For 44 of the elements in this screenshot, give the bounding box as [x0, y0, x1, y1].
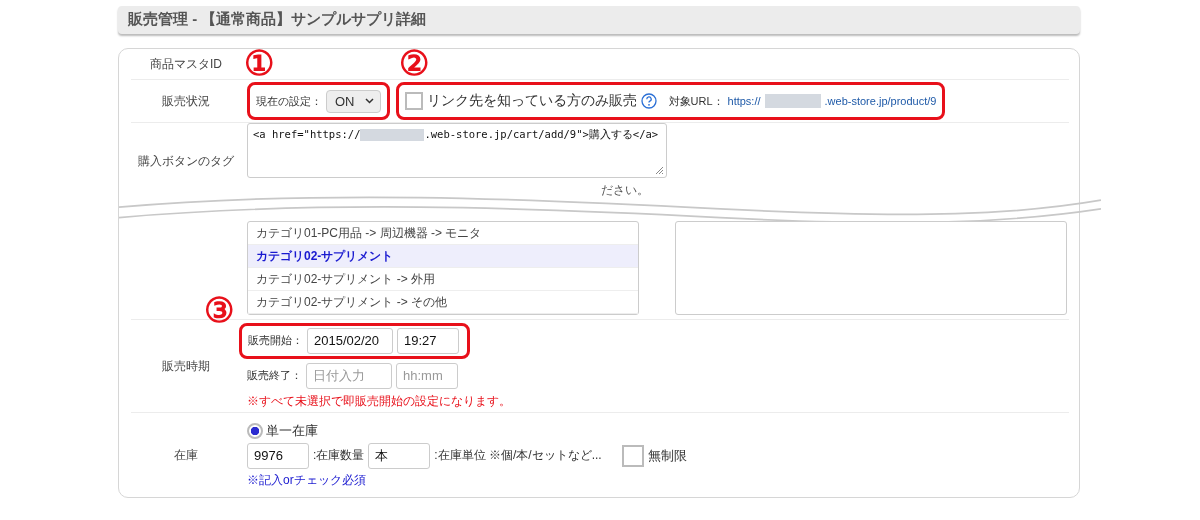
start-label: 販売開始：: [248, 333, 303, 348]
unit-field[interactable]: 本: [368, 442, 431, 469]
step-number: ③: [204, 289, 234, 330]
redacted-block: [360, 129, 425, 141]
help-icon[interactable]: [640, 93, 657, 109]
checkbox-label[interactable]: リンク先を知っている方のみ販売: [426, 92, 637, 110]
category-item[interactable]: カテゴリ02-サプリメント -> その他: [248, 291, 638, 314]
end-date-field[interactable]: 日付入力: [306, 362, 392, 389]
start-time-field[interactable]: 19:27: [397, 327, 459, 354]
note-text: ださい。: [601, 182, 649, 199]
url-link[interactable]: https://: [727, 95, 761, 107]
end-label: 販売終了：: [247, 368, 302, 383]
quantity-label: :在庫数量: [313, 447, 365, 464]
page-title: 販売管理 - 【通常商品】サンプルサプリ詳細: [118, 6, 1080, 34]
url-link[interactable]: .web-store.jp/product/9: [824, 95, 937, 107]
category-item[interactable]: カテゴリ02-サプリメント -> 外用: [248, 268, 638, 291]
step-number: ①: [244, 43, 274, 83]
field-label: 販売時期: [161, 357, 211, 375]
chevron-icon: [364, 98, 374, 104]
status-select[interactable]: ON: [326, 89, 381, 113]
radio-button[interactable]: [247, 422, 263, 439]
url-label: 対象URL：: [668, 93, 724, 109]
checkbox-label[interactable]: 無制限: [647, 446, 687, 465]
note-text: ※すべて未選択で即販売開始の設定になります。: [247, 392, 511, 410]
setting-label: 現在の設定：: [256, 93, 322, 109]
end-time-field[interactable]: hh:mm: [396, 362, 458, 389]
required-note: ※記入orチェック必須: [247, 471, 366, 489]
code-textarea[interactable]: <a href="https:// .web-store.jp/cart/add/9">購入する</a>: [247, 123, 667, 178]
checkbox[interactable]: [404, 92, 423, 110]
code-text: .web-store.jp/cart/add/9">購入する</a>: [424, 128, 659, 140]
field-label: 在庫: [173, 446, 199, 464]
redacted-block: [764, 94, 821, 108]
category-group-header: カテゴリ02-サプリメント: [248, 245, 638, 268]
code-text: <a href="https://: [253, 128, 361, 140]
unit-label: :在庫単位 ※個/本/セットなど...: [434, 447, 602, 464]
field-label: 販売状況: [161, 92, 211, 110]
start-date-field[interactable]: 2015/02/20: [307, 327, 393, 354]
field-label: 購入ボタンのタグ: [137, 152, 235, 170]
field-label: 商品マスタID: [149, 55, 223, 73]
quantity-field[interactable]: 9976: [247, 442, 309, 469]
radio-label[interactable]: 単一在庫: [266, 421, 318, 440]
resize-grip-icon: [655, 166, 664, 175]
checkbox[interactable]: [621, 444, 644, 467]
step-number: ②: [398, 43, 429, 83]
